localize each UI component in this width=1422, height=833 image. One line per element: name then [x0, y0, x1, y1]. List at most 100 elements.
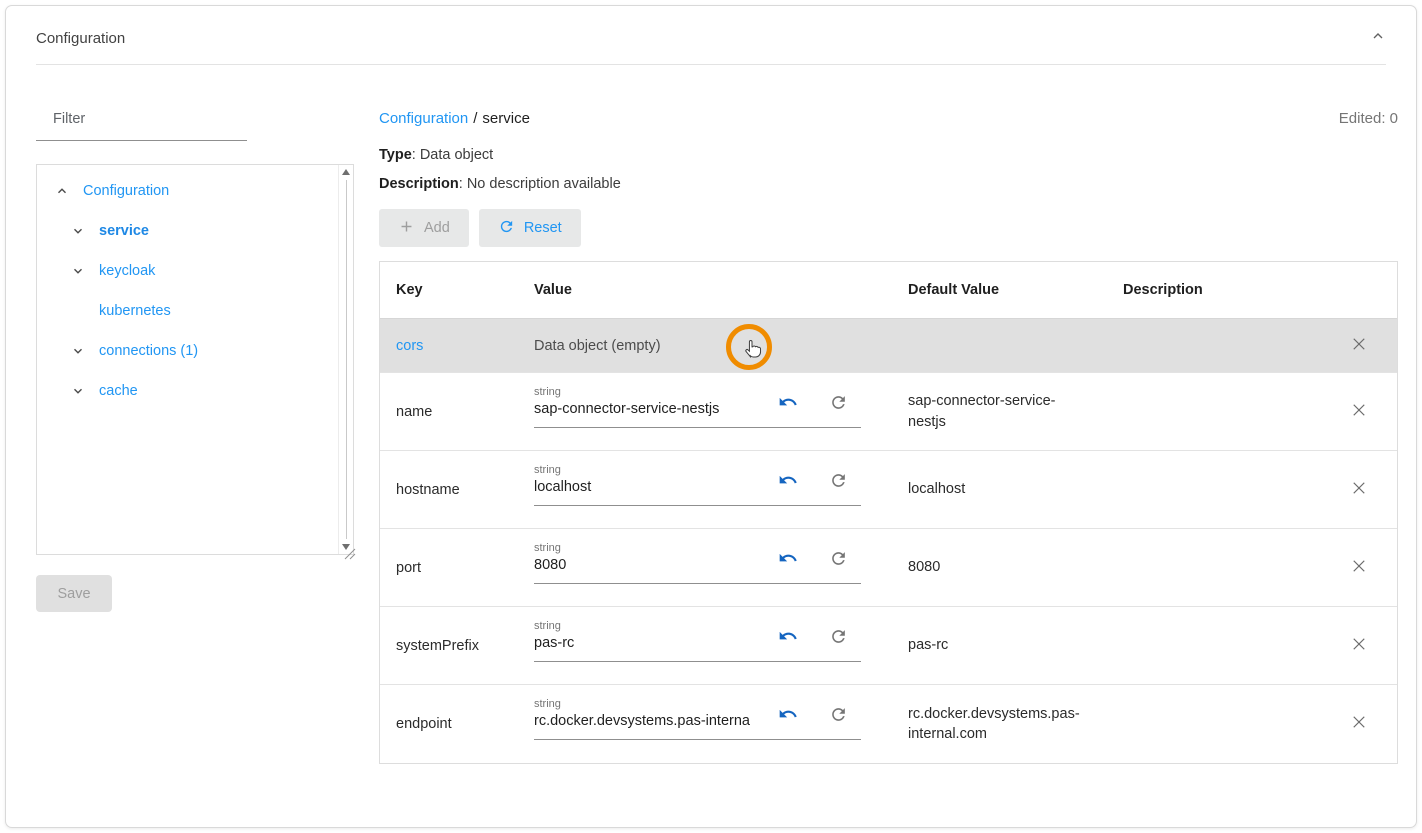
tree-item-label[interactable]: Configuration	[83, 183, 169, 199]
description-value: : No description available	[459, 176, 621, 192]
undo-icon[interactable]	[776, 390, 800, 414]
config-table: Key Value Default Value Description cors…	[379, 261, 1398, 764]
value-input[interactable]	[534, 398, 760, 417]
add-button[interactable]: Add	[379, 209, 469, 247]
row-key: port	[380, 529, 518, 606]
close-icon	[1350, 557, 1368, 579]
delete-row-button[interactable]	[1347, 634, 1371, 658]
field-type-label: string	[534, 461, 861, 476]
undo-icon[interactable]	[776, 702, 800, 726]
default-value: 8080	[908, 557, 940, 577]
resize-handle[interactable]	[342, 546, 356, 560]
chevron-down-icon[interactable]	[70, 343, 86, 359]
type-line: Type: Data object	[379, 147, 1398, 163]
config-tree: Configuration service keycloak k	[36, 164, 354, 555]
default-value: rc.docker.devsystems.pas-internal.com	[908, 704, 1080, 745]
delete-row-button[interactable]	[1347, 712, 1371, 736]
value-input[interactable]	[534, 710, 760, 729]
hand-cursor-icon	[741, 337, 763, 364]
type-value: : Data object	[412, 147, 493, 163]
table-row-name: name string sap-con	[380, 373, 1397, 451]
value-field: string	[534, 461, 861, 506]
default-value: pas-rc	[908, 635, 948, 655]
reset-to-default-icon[interactable]	[826, 390, 850, 414]
value-field: string	[534, 383, 861, 428]
tree-item-connections[interactable]: connections (1)	[37, 331, 353, 371]
tree-item-label[interactable]: kubernetes	[99, 303, 171, 319]
object-link-cors[interactable]: cors	[396, 338, 423, 354]
tree-item-label[interactable]: service	[99, 223, 149, 239]
tree-item-configuration[interactable]: Configuration	[37, 171, 353, 211]
edited-counter: Edited: 0	[1339, 110, 1398, 127]
field-type-label: string	[534, 383, 861, 398]
reset-button[interactable]: Reset	[479, 209, 581, 247]
field-type-label: string	[534, 539, 861, 554]
refresh-icon	[498, 218, 515, 239]
tree-item-cache[interactable]: cache	[37, 371, 353, 411]
breadcrumb-separator: /	[473, 110, 477, 127]
tree-item-service[interactable]: service	[37, 211, 353, 251]
chevron-down-icon[interactable]	[70, 383, 86, 399]
undo-icon[interactable]	[776, 624, 800, 648]
panel-title: Configuration	[36, 30, 125, 47]
breadcrumb-root-link[interactable]: Configuration	[379, 110, 468, 127]
row-key: endpoint	[380, 685, 518, 763]
tree-item-label[interactable]: connections (1)	[99, 343, 198, 359]
row-key: hostname	[380, 451, 518, 528]
delete-row-button[interactable]	[1347, 334, 1371, 358]
table-row-cors[interactable]: cors Data object (empty)	[380, 319, 1397, 373]
chevron-down-icon[interactable]	[70, 223, 86, 239]
undo-icon[interactable]	[776, 468, 800, 492]
chevron-up-icon[interactable]	[54, 183, 70, 199]
description-label: Description	[379, 176, 459, 192]
table-row-hostname: hostname string loc	[380, 451, 1397, 529]
description-cell	[1107, 685, 1337, 763]
breadcrumb: Configuration / service	[379, 110, 530, 127]
description-cell	[1107, 607, 1337, 684]
close-icon	[1350, 713, 1368, 735]
header-key: Key	[380, 262, 518, 318]
reset-to-default-icon[interactable]	[826, 624, 850, 648]
breadcrumb-current: service	[482, 110, 530, 127]
save-button[interactable]: Save	[36, 575, 112, 612]
field-type-label: string	[534, 695, 861, 710]
description-cell	[1107, 529, 1337, 606]
tree-item-label[interactable]: cache	[99, 383, 138, 399]
value-input[interactable]	[534, 632, 760, 651]
reset-to-default-icon[interactable]	[826, 702, 850, 726]
row-key: name	[380, 373, 518, 450]
description-cell	[1107, 451, 1337, 528]
main-content: Configuration / service Edited: 0 Type: Da…	[354, 65, 1398, 764]
add-button-label: Add	[424, 220, 450, 236]
close-icon	[1350, 401, 1368, 423]
tree-item-label[interactable]: keycloak	[99, 263, 155, 279]
table-row-port: port string 8080	[380, 529, 1397, 607]
plus-icon	[398, 218, 415, 239]
delete-row-button[interactable]	[1347, 478, 1371, 502]
value-input[interactable]	[534, 476, 760, 495]
tree-item-keycloak[interactable]: keycloak	[37, 251, 353, 291]
panel-header: Configuration	[6, 6, 1416, 64]
tree-scrollbar[interactable]	[338, 165, 353, 554]
header-description: Description	[1107, 262, 1337, 318]
collapse-panel-button[interactable]	[1368, 28, 1388, 48]
scrollbar-track[interactable]	[346, 180, 347, 539]
reset-to-default-icon[interactable]	[826, 546, 850, 570]
default-value: sap-connector-service-nestjs	[908, 391, 1077, 432]
chevron-down-icon[interactable]	[70, 263, 86, 279]
delete-row-button[interactable]	[1347, 400, 1371, 424]
close-icon	[1350, 479, 1368, 501]
value-field: string	[534, 617, 861, 662]
reset-button-label: Reset	[524, 220, 562, 236]
field-type-label: string	[534, 617, 861, 632]
undo-icon[interactable]	[776, 546, 800, 570]
description-line: Description: No description available	[379, 176, 1398, 192]
delete-row-button[interactable]	[1347, 556, 1371, 580]
object-value-text: Data object (empty)	[534, 338, 661, 354]
filter-input[interactable]	[36, 105, 247, 141]
type-label: Type	[379, 147, 412, 163]
tree-item-kubernetes[interactable]: kubernetes	[37, 291, 353, 331]
reset-to-default-icon[interactable]	[826, 468, 850, 492]
scroll-up-arrow-icon[interactable]	[342, 169, 350, 175]
value-input[interactable]	[534, 554, 760, 573]
